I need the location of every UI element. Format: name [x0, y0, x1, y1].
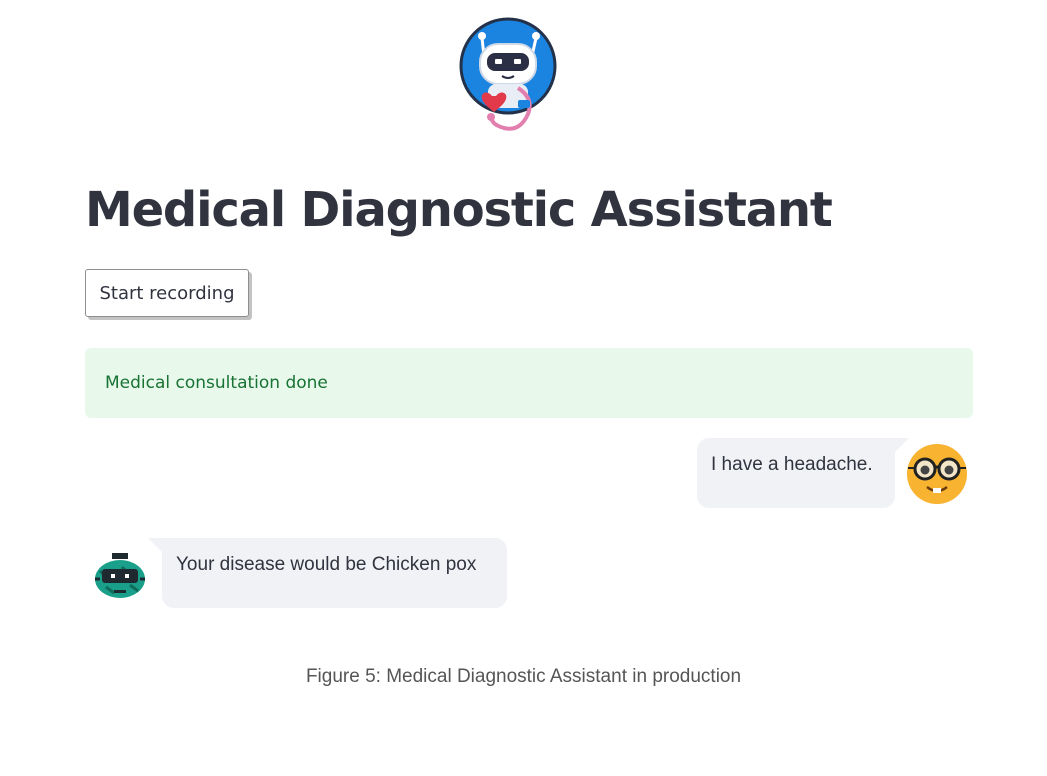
figure-caption: Figure 5: Medical Diagnostic Assistant i… — [305, 666, 742, 687]
page-title: Medical Diagnostic Assistant — [85, 182, 833, 238]
user-avatar — [906, 443, 968, 505]
status-alert: Medical consultation done — [85, 348, 973, 418]
start-recording-button[interactable]: Start recording — [85, 269, 249, 317]
chat-message-text: Your disease would be Chicken pox — [176, 554, 477, 575]
chat-message-bot: Your disease would be Chicken pox — [148, 538, 507, 608]
app-logo — [458, 16, 562, 134]
bot-avatar — [92, 553, 148, 601]
chat-message-text: I have a headache. — [711, 454, 873, 475]
status-alert-message: Medical consultation done — [105, 373, 328, 393]
robot-avatar-icon — [95, 553, 145, 598]
medical-robot-icon — [459, 17, 557, 131]
nerd-face-icon — [907, 444, 967, 504]
chat-message-user: I have a headache. — [697, 438, 909, 508]
